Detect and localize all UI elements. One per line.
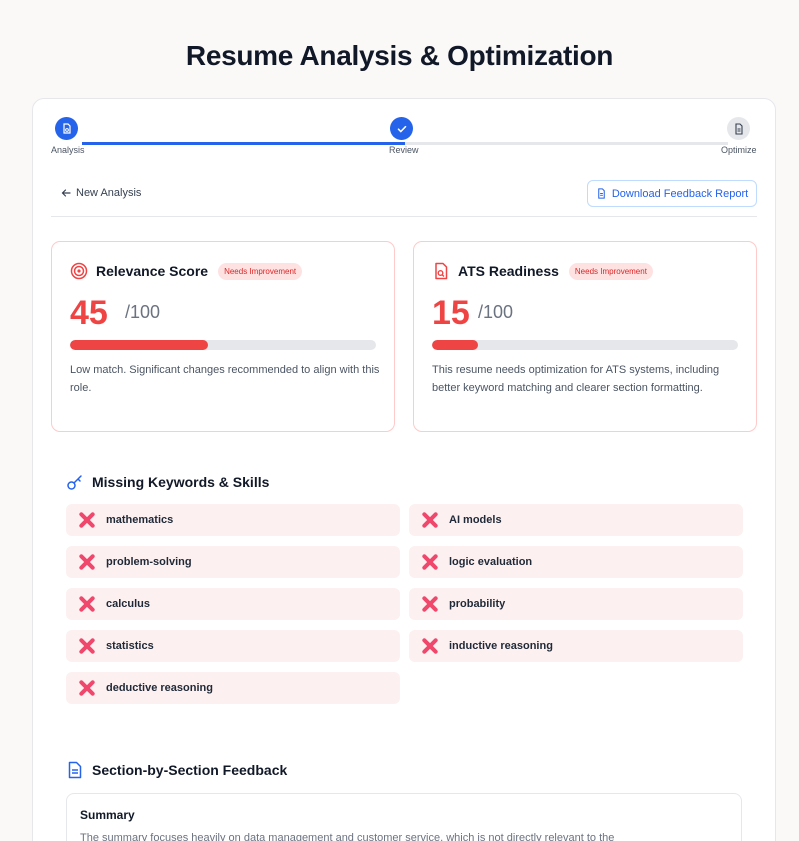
ats-readiness-title: ATS Readiness — [458, 263, 559, 279]
status-badge: Needs Improvement — [218, 262, 303, 280]
ats-readiness-value: 15 — [432, 294, 470, 332]
step-label-review: Review — [389, 145, 419, 155]
analysis-card — [32, 98, 776, 841]
keyword-label: AI models — [449, 514, 502, 526]
feedback-section-title: Summary — [80, 808, 135, 822]
close-icon — [78, 553, 96, 571]
relevance-score-bar-fill — [70, 340, 208, 350]
document-icon — [68, 761, 82, 779]
keyword-label: deductive reasoning — [106, 682, 213, 694]
relevance-score-card: Relevance Score Needs Improvement 45 /10… — [51, 241, 395, 432]
target-icon — [70, 262, 88, 280]
stepper-progress — [82, 142, 405, 145]
close-icon — [78, 511, 96, 529]
keyword-label: calculus — [106, 598, 151, 610]
arrow-left-icon — [61, 189, 71, 197]
ats-readiness-max: /100 — [478, 302, 514, 322]
close-icon — [421, 595, 439, 613]
missing-keywords-heading: Missing Keywords & Skills — [66, 473, 269, 491]
keyword-label: logic evaluation — [449, 556, 533, 568]
file-search-icon — [435, 262, 448, 280]
keyword-item: calculus — [66, 588, 400, 620]
step-optimize[interactable] — [727, 117, 750, 140]
check-icon — [397, 125, 406, 133]
relevance-score-bar — [70, 340, 376, 350]
keyword-item: statistics — [66, 630, 400, 662]
close-icon — [78, 595, 96, 613]
ats-readiness-bar-fill — [432, 340, 478, 350]
document-icon — [734, 122, 743, 135]
download-report-label: Download Feedback Report — [611, 187, 749, 200]
feedback-section-summary: Summary The summary focuses heavily on d… — [66, 793, 742, 841]
ats-readiness-bar — [432, 340, 738, 350]
keyword-item: probability — [409, 588, 743, 620]
section-feedback-title: Section-by-Section Feedback — [92, 762, 288, 778]
keyword-item: inductive reasoning — [409, 630, 743, 662]
relevance-score-title: Relevance Score — [96, 263, 209, 279]
ats-readiness-description: This resume needs optimization for ATS s… — [432, 364, 720, 394]
close-icon — [78, 679, 96, 697]
step-label-analysis: Analysis — [51, 145, 85, 155]
relevance-score-description: Low match. Significant changes recommend… — [70, 364, 380, 394]
keyword-item: logic evaluation — [409, 546, 743, 578]
keyword-label: statistics — [106, 640, 154, 652]
download-report-button[interactable]: Download Feedback Report — [587, 180, 757, 207]
close-icon — [421, 511, 439, 529]
relevance-score-max: /100 — [125, 302, 161, 322]
ats-readiness-card: ATS Readiness Needs Improvement 15 /100 … — [413, 241, 757, 432]
file-search-icon — [62, 122, 71, 134]
relevance-score-value: 45 — [70, 294, 108, 332]
keyword-label: inductive reasoning — [449, 640, 553, 652]
close-icon — [421, 553, 439, 571]
close-icon — [421, 637, 439, 655]
status-badge: Needs Improvement — [568, 262, 653, 280]
step-review[interactable] — [390, 117, 413, 140]
step-analysis[interactable] — [55, 117, 78, 140]
section-feedback-heading: Section-by-Section Feedback — [66, 761, 287, 779]
keyword-label: problem-solving — [106, 556, 192, 568]
document-icon — [598, 188, 605, 199]
step-label-optimize: Optimize — [721, 145, 757, 155]
key-icon — [67, 475, 82, 490]
keyword-item: deductive reasoning — [66, 672, 400, 704]
toolbar-divider — [51, 216, 757, 217]
new-analysis-label: New Analysis — [76, 187, 142, 199]
close-icon — [78, 637, 96, 655]
keyword-item: AI models — [409, 504, 743, 536]
keyword-label: mathematics — [106, 514, 174, 526]
page-title: Resume Analysis & Optimization — [185, 40, 614, 71]
missing-keywords-title: Missing Keywords & Skills — [92, 474, 270, 490]
feedback-section-text: The summary focuses heavily on data mana… — [80, 832, 615, 841]
keyword-item: mathematics — [66, 504, 400, 536]
keyword-label: probability — [449, 598, 506, 610]
keyword-item: problem-solving — [66, 546, 400, 578]
new-analysis-link[interactable]: New Analysis — [61, 187, 141, 199]
